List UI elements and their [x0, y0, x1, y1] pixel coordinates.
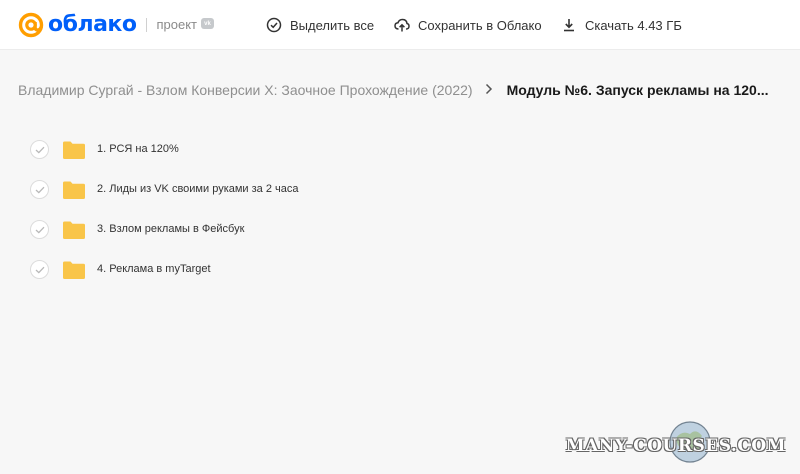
check-icon	[35, 266, 44, 274]
row-checkbox[interactable]	[30, 180, 49, 199]
cloud-logo[interactable]: облако	[18, 12, 137, 38]
top-bar: облако проект vk Выделить все Сохранить …	[0, 0, 800, 50]
project-label: проект	[156, 17, 198, 32]
folder-icon	[63, 221, 85, 239]
list-item[interactable]: 1. РСЯ на 120%	[0, 130, 800, 170]
file-list: 1. РСЯ на 120% 2. Лиды из VK своими рука…	[0, 130, 800, 290]
select-all-button[interactable]: Выделить все	[266, 17, 374, 33]
download-label: Скачать 4.43 ГБ	[585, 17, 682, 33]
check-icon	[35, 186, 44, 194]
file-name[interactable]: 3. Взлом рекламы в Фейсбук	[97, 223, 244, 235]
save-to-cloud-label: Сохранить в Облако	[418, 17, 542, 33]
logo-wordmark: облако	[48, 12, 137, 37]
breadcrumb-chevron-icon	[485, 83, 493, 98]
row-checkbox[interactable]	[30, 220, 49, 239]
list-item[interactable]: 4. Реклама в myTarget	[0, 250, 800, 290]
select-all-label: Выделить все	[290, 17, 375, 33]
list-item[interactable]: 3. Взлом рекламы в Фейсбук	[0, 210, 800, 250]
check-icon	[35, 226, 44, 234]
file-name[interactable]: 1. РСЯ на 120%	[97, 143, 179, 155]
row-checkbox[interactable]	[30, 140, 49, 159]
folder-icon	[63, 141, 85, 159]
download-icon	[561, 17, 577, 33]
check-icon	[35, 146, 44, 154]
save-to-cloud-button[interactable]: Сохранить в Облако	[394, 17, 542, 33]
breadcrumb: Владимир Сургай - Взлом Конверсии Х: Зао…	[18, 82, 769, 98]
at-sign-logo-icon	[18, 12, 44, 38]
folder-icon	[63, 261, 85, 279]
list-item[interactable]: 2. Лиды из VK своими руками за 2 часа	[0, 170, 800, 210]
check-circle-icon	[266, 17, 282, 33]
file-name[interactable]: 2. Лиды из VK своими руками за 2 часа	[97, 183, 298, 195]
row-checkbox[interactable]	[30, 260, 49, 279]
folder-icon	[63, 181, 85, 199]
cloud-upload-icon	[394, 17, 410, 33]
download-button[interactable]: Скачать 4.43 ГБ	[561, 17, 682, 33]
breadcrumb-current: Модуль №6. Запуск рекламы на 120...	[506, 82, 769, 98]
watermark-text: MANY-COURSES.COM	[565, 436, 786, 456]
file-name[interactable]: 4. Реклама в myTarget	[97, 263, 211, 275]
logo-divider	[146, 17, 148, 32]
vk-badge-icon: vk	[201, 18, 215, 29]
breadcrumb-root-link[interactable]: Владимир Сургай - Взлом Конверсии Х: Зао…	[18, 82, 473, 98]
